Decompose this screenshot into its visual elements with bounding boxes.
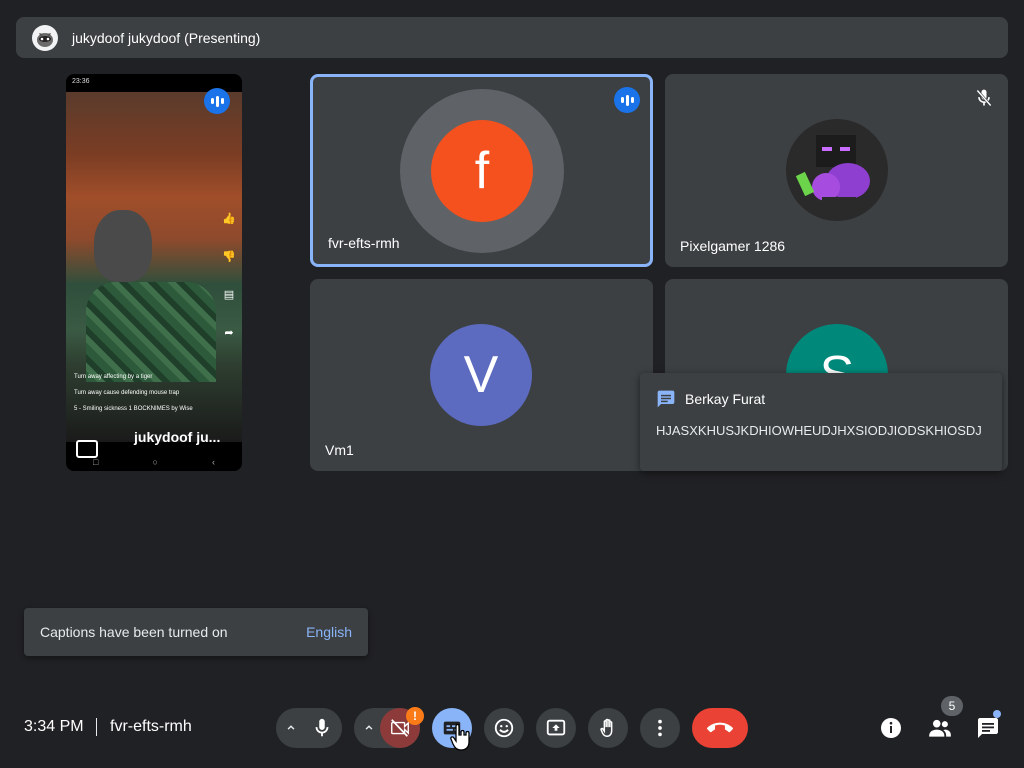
chevron-up-icon — [287, 725, 295, 730]
raise-hand-button[interactable] — [588, 708, 628, 748]
like-icon: 👍 — [222, 213, 236, 225]
leave-call-button[interactable] — [692, 708, 748, 748]
chat-unread-dot — [993, 710, 1001, 718]
chat-message-popup[interactable]: Berkay Furat HJASXKHUSJKDHIOWHEUDJHXSIOD… — [640, 373, 1002, 471]
participant-tile-vm1[interactable]: V Vm1 — [310, 279, 653, 471]
chat-sender: Berkay Furat — [685, 391, 766, 407]
avatar-initial: V — [463, 346, 499, 404]
participant-tile-pixelgamer[interactable]: Pixelgamer 1286 — [665, 74, 1008, 267]
hand-cursor-icon — [450, 723, 470, 751]
mic-icon — [315, 718, 329, 737]
video-caption-line: Turn away affecting by a tiger — [74, 374, 153, 380]
participant-name: Pixelgamer 1286 — [680, 238, 786, 254]
back-icon: ‹ — [211, 457, 215, 467]
chat-button[interactable] — [968, 708, 1008, 748]
hang-up-icon — [707, 722, 733, 733]
camo-shirt-figure — [86, 282, 216, 382]
screen-share-presenter-label: jukydoof ju... — [134, 429, 221, 445]
more-options-button[interactable] — [640, 708, 680, 748]
present-now-button[interactable] — [536, 708, 576, 748]
video-options-button[interactable] — [357, 708, 381, 748]
meeting-code: fvr-efts-rmh — [110, 718, 192, 735]
chat-popup-header: Berkay Furat — [656, 389, 988, 409]
bottom-control-bar: 3:34 PM fvr-efts-rmh ! — [0, 700, 1024, 756]
share-icon: ➦ — [224, 327, 234, 339]
hand-icon — [600, 718, 613, 737]
video-caption-line: 5 - Smiling sickness 1 BOCKNIMES by Wise — [74, 406, 193, 412]
microphone-button[interactable] — [302, 708, 342, 748]
divider — [96, 718, 97, 736]
info-icon — [881, 718, 901, 738]
phone-status-bar: 23:36 — [66, 74, 242, 88]
presenter-bar[interactable]: jukydoof jukydoof (Presenting) — [16, 17, 1008, 58]
participant-avatar: f — [431, 120, 533, 222]
audio-options-button[interactable] — [279, 708, 303, 748]
rat-mask-figure — [94, 210, 152, 282]
presenter-avatar — [32, 24, 58, 51]
chevron-up-icon — [365, 725, 373, 730]
phone-nav-bar: □ ○ ‹ — [66, 453, 242, 471]
participant-avatar: V — [430, 324, 532, 426]
home-icon: ○ — [152, 457, 158, 467]
comment-icon: ▤ — [223, 289, 235, 301]
speaking-indicator-icon — [614, 87, 640, 113]
participant-tile-fvr-efts-rmh[interactable]: f fvr-efts-rmh — [310, 74, 653, 267]
camera-warning-badge: ! — [406, 707, 424, 725]
phone-status-time: 23:36 — [72, 77, 90, 85]
mic-off-icon — [976, 89, 992, 107]
meeting-details-button[interactable] — [871, 708, 911, 748]
caption-language-button[interactable]: English — [306, 624, 352, 640]
dislike-icon: 👎 — [222, 251, 236, 263]
raccoon-avatar-icon — [37, 32, 53, 47]
toast-text: Captions have been turned on — [40, 624, 228, 640]
participant-name: Vm1 — [325, 442, 354, 458]
current-time: 3:34 PM — [24, 718, 84, 735]
smiley-icon — [494, 718, 514, 738]
avatar-initial: f — [474, 142, 490, 200]
speaking-indicator-icon — [204, 88, 230, 114]
chat-icon — [978, 718, 998, 738]
recent-apps-icon: □ — [93, 457, 99, 467]
reactions-button[interactable] — [484, 708, 524, 748]
participant-name: fvr-efts-rmh — [328, 235, 400, 251]
more-vert-icon — [658, 719, 662, 737]
screen-share-view[interactable]: 23:36 👍 👎 ▤ ➦ Turn away affecting by a t… — [66, 74, 242, 471]
participants-count-badge: 5 — [941, 696, 963, 716]
participant-avatar — [786, 119, 888, 221]
captions-toast: Captions have been turned on English — [24, 608, 368, 656]
video-caption-line: Turn away cause defending mouse trap — [74, 390, 180, 396]
enderman-avatar-icon — [795, 135, 870, 209]
presenter-name: jukydoof jukydoof (Presenting) — [72, 29, 261, 46]
present-screen-icon — [546, 719, 566, 736]
chat-message-text: HJASXKHUSJKDHIOWHEUDJHXSIODJIODSKHIOSDJ — [656, 423, 982, 438]
shared-video: 👍 👎 ▤ ➦ Turn away affecting by a tiger T… — [66, 92, 242, 442]
chat-bubble-icon — [657, 390, 675, 408]
people-icon — [929, 719, 951, 737]
